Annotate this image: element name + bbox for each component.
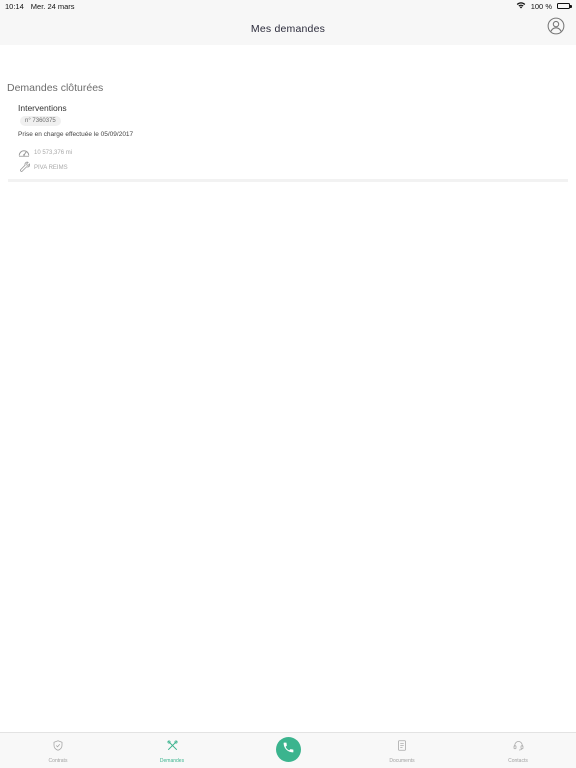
status-right: 100 % <box>516 1 572 11</box>
shield-icon <box>53 738 63 756</box>
wifi-icon <box>516 1 526 11</box>
phone-icon <box>282 741 295 759</box>
tab-label: Contrats <box>48 757 68 764</box>
status-bar: 10:14 Mer. 24 mars 100 % <box>0 0 576 12</box>
request-card[interactable]: Interventions n° 7360375 Prise en charge… <box>8 100 568 182</box>
tab-label: Demandes <box>159 757 185 764</box>
garage-name: PIVA REIMS <box>34 165 68 171</box>
call-button[interactable] <box>276 737 301 762</box>
request-status: Prise en charge effectuée le 05/09/2017 <box>18 131 134 138</box>
tab-label: Documents <box>389 757 415 764</box>
garage-row: PIVA REIMS <box>18 159 68 177</box>
status-left: 10:14 Mer. 24 mars <box>5 2 75 11</box>
tab-documents[interactable]: Documents <box>362 733 442 768</box>
user-icon <box>547 17 565 40</box>
battery-icon <box>557 3 572 9</box>
tab-contacts[interactable]: Contacts <box>478 733 558 768</box>
tab-label: Contacts <box>508 757 528 764</box>
wrench-icon <box>18 159 31 177</box>
battery-text: 100 % <box>530 1 552 11</box>
mileage-value: 10 573,376 mi <box>34 150 73 156</box>
section-title-closed-requests: Demandes clôturées <box>7 82 104 94</box>
document-icon <box>397 738 407 756</box>
navigation-bar: Mes demandes <box>0 12 576 45</box>
status-time: 10:14 <box>5 1 24 11</box>
request-type: Interventions <box>18 103 67 113</box>
profile-button[interactable] <box>547 17 565 40</box>
headset-icon <box>513 738 524 756</box>
tools-icon <box>166 738 178 756</box>
page-title: Mes demandes <box>250 22 326 35</box>
tab-contrats[interactable]: Contrats <box>18 733 98 768</box>
request-number-badge: n° 7360375 <box>20 116 61 126</box>
tab-demandes[interactable]: Demandes <box>132 733 212 768</box>
tab-bar: Contrats Demandes Documents Contacts <box>0 732 576 768</box>
status-date: Mer. 24 mars <box>30 1 75 11</box>
